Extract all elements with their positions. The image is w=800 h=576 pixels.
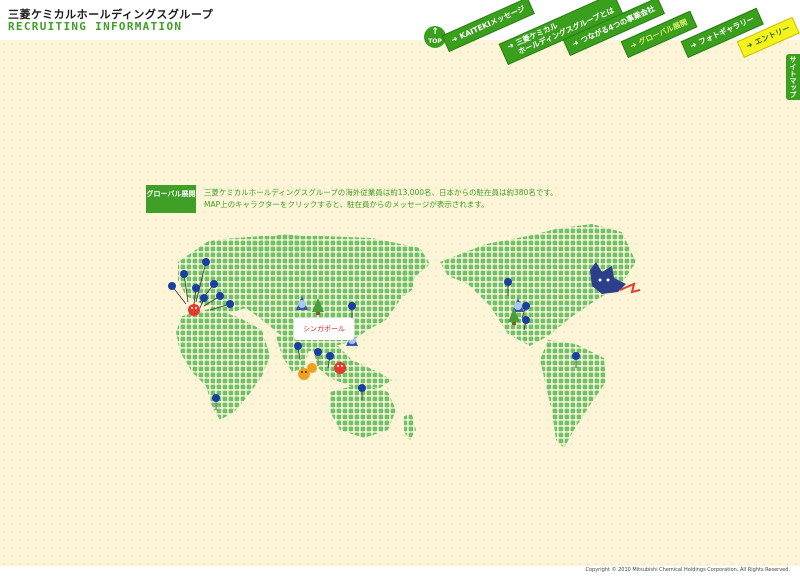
mascot-red-sea[interactable] bbox=[334, 362, 346, 374]
landmass-australia bbox=[330, 384, 396, 438]
singapore-callout[interactable]: シンガポール bbox=[294, 318, 354, 340]
continents bbox=[176, 224, 636, 448]
landmass-southeast-asia bbox=[312, 346, 392, 388]
world-map bbox=[168, 224, 641, 448]
copyright: Copyright © 2010 Mitsubishi Chemical Hol… bbox=[585, 567, 791, 573]
mascot-orange-sea[interactable] bbox=[307, 363, 317, 373]
landmass-africa bbox=[176, 308, 270, 420]
mascot-red-europe[interactable] bbox=[188, 304, 200, 316]
callout-label: シンガポール bbox=[303, 325, 345, 333]
landmass-new-zealand bbox=[404, 414, 416, 440]
